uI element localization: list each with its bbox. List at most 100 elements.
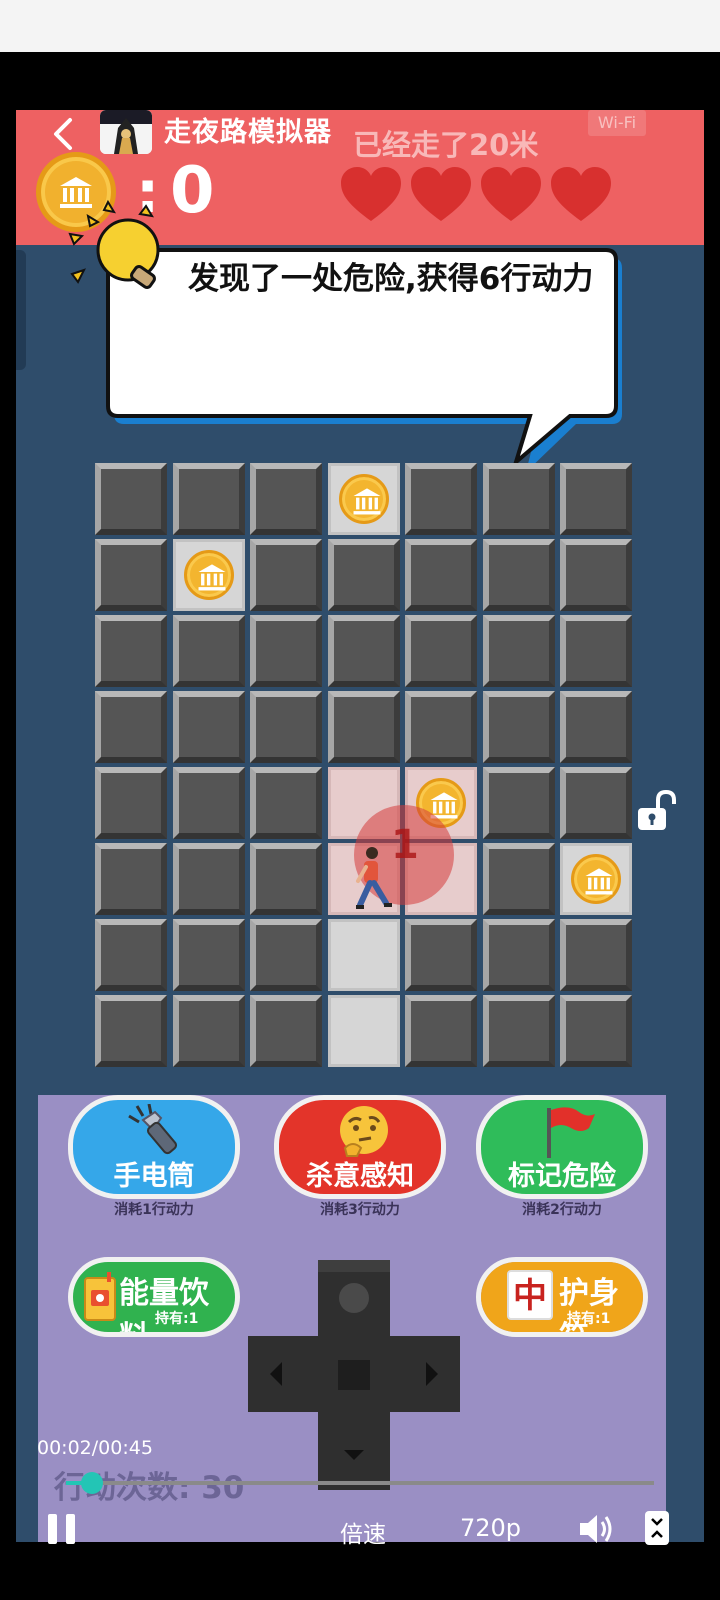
board-tile[interactable] bbox=[95, 843, 167, 915]
quality-button[interactable]: 720p bbox=[460, 1514, 521, 1542]
coin-count: 0 bbox=[170, 154, 215, 228]
board-tile[interactable] bbox=[95, 767, 167, 839]
board-tile[interactable] bbox=[405, 919, 477, 991]
flashlight-button[interactable]: 手电筒 bbox=[68, 1095, 240, 1199]
board-tile[interactable] bbox=[405, 691, 477, 763]
flashlight-label: 手电筒 bbox=[113, 1161, 195, 1192]
board-tile[interactable] bbox=[560, 843, 632, 915]
board-tile[interactable] bbox=[405, 463, 477, 535]
board-tile[interactable] bbox=[250, 995, 322, 1067]
game-board[interactable] bbox=[95, 463, 632, 1075]
board-tile[interactable] bbox=[405, 615, 477, 687]
dpad-center[interactable] bbox=[338, 1360, 370, 1390]
energy-drink-count: 持有:1 bbox=[155, 1311, 199, 1327]
board-tile[interactable] bbox=[173, 539, 245, 611]
app-logo bbox=[100, 110, 152, 154]
energy-drink-icon bbox=[84, 1272, 116, 1321]
seek-thumb[interactable] bbox=[80, 1472, 103, 1494]
amulet-button[interactable]: 中 护身符 持有:1 bbox=[476, 1257, 648, 1337]
board-tile[interactable] bbox=[173, 919, 245, 991]
lightbulb-icon bbox=[68, 199, 160, 289]
board-tile[interactable] bbox=[95, 539, 167, 611]
distance-walked: 已经走了20米 bbox=[353, 128, 539, 162]
board-tile[interactable] bbox=[250, 691, 322, 763]
thinking-face-icon bbox=[340, 1106, 388, 1157]
board-tile[interactable] bbox=[483, 539, 555, 611]
board-tile[interactable] bbox=[250, 539, 322, 611]
board-tile[interactable] bbox=[328, 539, 400, 611]
board-tile[interactable] bbox=[560, 767, 632, 839]
coin-icon bbox=[184, 550, 234, 600]
board-tile[interactable] bbox=[560, 691, 632, 763]
killing-intent-button[interactable]: 杀意感知 bbox=[274, 1095, 446, 1199]
heart-icon bbox=[481, 167, 541, 221]
board-tile[interactable] bbox=[95, 615, 167, 687]
mark-danger-button[interactable]: 标记危险 bbox=[476, 1095, 648, 1199]
board-tile[interactable] bbox=[250, 843, 322, 915]
unlock-icon[interactable] bbox=[636, 790, 676, 832]
board-tile[interactable] bbox=[328, 919, 400, 991]
flashlight-icon bbox=[128, 1104, 178, 1155]
board-tile[interactable] bbox=[328, 995, 400, 1067]
player-character bbox=[356, 847, 392, 909]
board-tile[interactable] bbox=[405, 995, 477, 1067]
board-tile[interactable] bbox=[173, 691, 245, 763]
board-tile[interactable] bbox=[483, 615, 555, 687]
flashlight-cost: 消耗1行动力 bbox=[114, 1202, 194, 1218]
volume-icon[interactable] bbox=[578, 1512, 614, 1546]
status-bar bbox=[0, 0, 720, 52]
coin-icon bbox=[571, 854, 621, 904]
board-tile[interactable] bbox=[328, 691, 400, 763]
heart-icon bbox=[411, 167, 471, 221]
board-tile[interactable] bbox=[95, 995, 167, 1067]
app-title: 走夜路模拟器 bbox=[164, 117, 332, 148]
board-tile[interactable] bbox=[483, 995, 555, 1067]
hint-message: 发现了一处危险,获得6行动力 bbox=[188, 261, 594, 297]
board-tile[interactable] bbox=[560, 539, 632, 611]
board-tile[interactable] bbox=[483, 463, 555, 535]
board-tile[interactable] bbox=[560, 919, 632, 991]
back-icon[interactable] bbox=[46, 114, 86, 154]
board-tile[interactable] bbox=[173, 995, 245, 1067]
speed-button[interactable]: 倍速 bbox=[340, 1515, 386, 1549]
board-tile[interactable] bbox=[405, 539, 477, 611]
board-tile[interactable] bbox=[483, 767, 555, 839]
amulet-count: 持有:1 bbox=[567, 1311, 611, 1327]
playback-time: 00:02/00:45 bbox=[37, 1437, 153, 1459]
dpad[interactable] bbox=[248, 1260, 460, 1490]
killing-intent-label: 杀意感知 bbox=[306, 1161, 414, 1192]
board-tile[interactable] bbox=[328, 615, 400, 687]
board-tile[interactable] bbox=[483, 843, 555, 915]
board-tile[interactable] bbox=[328, 463, 400, 535]
seek-bar[interactable] bbox=[66, 1481, 654, 1485]
lives bbox=[341, 167, 621, 223]
wifi-badge: Wi-Fi bbox=[588, 110, 646, 136]
game-screen: 走夜路模拟器 已经走了20米 Wi-Fi : 0 发现了一处危险,获得6行动力 bbox=[16, 110, 704, 1542]
board-tile[interactable] bbox=[560, 463, 632, 535]
board-tile[interactable] bbox=[173, 843, 245, 915]
pause-icon[interactable] bbox=[46, 1512, 78, 1546]
amulet-icon: 中 bbox=[507, 1270, 553, 1320]
board-tile[interactable] bbox=[483, 919, 555, 991]
red-flag-icon bbox=[547, 1107, 595, 1158]
side-tab[interactable] bbox=[16, 250, 26, 370]
dpad-up[interactable] bbox=[339, 1283, 369, 1313]
board-tile[interactable] bbox=[483, 691, 555, 763]
board-tile[interactable] bbox=[560, 995, 632, 1067]
board-tile[interactable] bbox=[95, 463, 167, 535]
fullscreen-icon[interactable] bbox=[644, 1510, 670, 1546]
board-tile[interactable] bbox=[250, 615, 322, 687]
board-tile[interactable] bbox=[560, 615, 632, 687]
board-tile[interactable] bbox=[250, 767, 322, 839]
heart-icon bbox=[341, 167, 401, 221]
mark-danger-label: 标记危险 bbox=[508, 1161, 616, 1192]
board-tile[interactable] bbox=[95, 691, 167, 763]
board-tile[interactable] bbox=[250, 463, 322, 535]
energy-drink-button[interactable]: 能量饮料 持有:1 bbox=[68, 1257, 240, 1337]
mark-danger-cost: 消耗2行动力 bbox=[522, 1202, 602, 1218]
board-tile[interactable] bbox=[173, 767, 245, 839]
board-tile[interactable] bbox=[173, 463, 245, 535]
board-tile[interactable] bbox=[173, 615, 245, 687]
board-tile[interactable] bbox=[95, 919, 167, 991]
board-tile[interactable] bbox=[250, 919, 322, 991]
